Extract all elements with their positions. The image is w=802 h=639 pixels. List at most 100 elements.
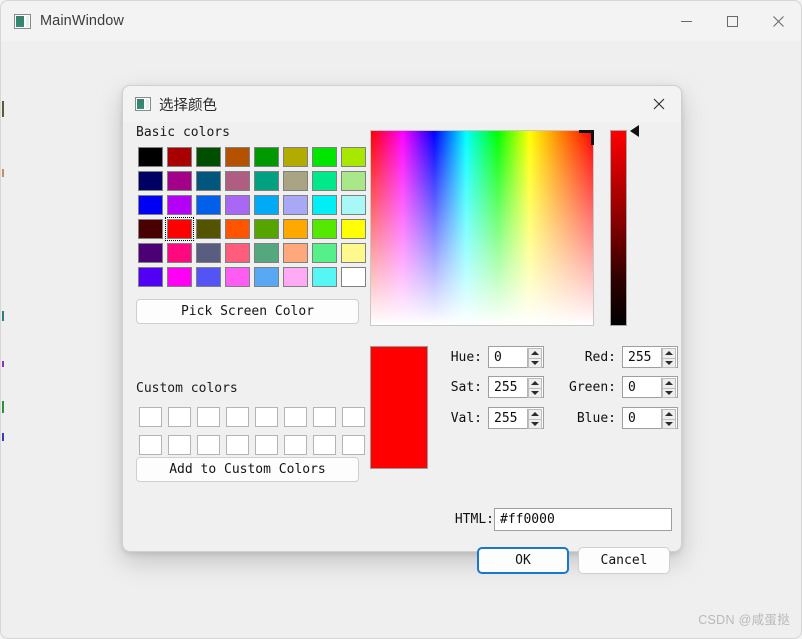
color-chip[interactable] bbox=[313, 435, 336, 455]
color-chip[interactable] bbox=[139, 407, 162, 427]
spin-down-icon[interactable] bbox=[662, 419, 676, 429]
basic-color-swatch[interactable] bbox=[310, 265, 339, 289]
red-spinbox[interactable]: 255 bbox=[622, 346, 678, 368]
color-chip[interactable] bbox=[225, 171, 250, 191]
spin-up-icon[interactable] bbox=[662, 409, 676, 420]
color-chip[interactable] bbox=[138, 219, 163, 239]
spin-down-icon[interactable] bbox=[528, 419, 542, 429]
color-chip[interactable] bbox=[196, 267, 221, 287]
pick-screen-color-button[interactable]: Pick Screen Color bbox=[136, 299, 359, 324]
color-chip[interactable] bbox=[341, 219, 366, 239]
spin-up-icon[interactable] bbox=[528, 409, 542, 420]
color-chip[interactable] bbox=[225, 267, 250, 287]
blue-spin-buttons[interactable] bbox=[661, 409, 676, 429]
color-chip[interactable] bbox=[283, 147, 308, 167]
color-chip[interactable] bbox=[138, 147, 163, 167]
hue-spin-buttons[interactable] bbox=[527, 348, 542, 368]
color-chip[interactable] bbox=[341, 267, 366, 287]
color-chip[interactable] bbox=[196, 195, 221, 215]
add-to-custom-colors-button[interactable]: Add to Custom Colors bbox=[136, 457, 359, 482]
basic-color-swatch[interactable] bbox=[223, 193, 252, 217]
basic-color-swatch[interactable] bbox=[310, 241, 339, 265]
basic-color-swatch[interactable] bbox=[339, 193, 368, 217]
hue-spinbox[interactable]: 0 bbox=[488, 346, 544, 368]
color-chip[interactable] bbox=[167, 243, 192, 263]
color-chip[interactable] bbox=[283, 243, 308, 263]
custom-color-swatch[interactable] bbox=[223, 403, 252, 431]
basic-color-swatch[interactable] bbox=[223, 169, 252, 193]
color-chip[interactable] bbox=[197, 407, 220, 427]
sat-spinbox[interactable]: 255 bbox=[488, 376, 544, 398]
basic-color-swatch[interactable] bbox=[194, 169, 223, 193]
basic-color-swatch[interactable] bbox=[281, 169, 310, 193]
basic-color-swatch[interactable] bbox=[339, 241, 368, 265]
color-chip[interactable] bbox=[312, 195, 337, 215]
spin-down-icon[interactable] bbox=[662, 388, 676, 398]
color-chip[interactable] bbox=[255, 435, 278, 455]
spin-down-icon[interactable] bbox=[528, 388, 542, 398]
basic-color-swatch[interactable] bbox=[281, 193, 310, 217]
basic-color-swatch[interactable] bbox=[223, 217, 252, 241]
custom-color-swatch[interactable] bbox=[165, 431, 194, 459]
basic-color-swatch[interactable] bbox=[281, 145, 310, 169]
basic-color-swatch[interactable] bbox=[310, 217, 339, 241]
color-chip[interactable] bbox=[312, 267, 337, 287]
html-input[interactable]: #ff0000 bbox=[494, 508, 672, 531]
color-chip[interactable] bbox=[283, 219, 308, 239]
color-chip[interactable] bbox=[225, 147, 250, 167]
color-chip[interactable] bbox=[225, 195, 250, 215]
custom-color-swatch[interactable] bbox=[281, 403, 310, 431]
basic-color-swatch[interactable] bbox=[165, 241, 194, 265]
color-chip[interactable] bbox=[254, 243, 279, 263]
color-chip[interactable] bbox=[254, 267, 279, 287]
custom-color-swatch[interactable] bbox=[310, 431, 339, 459]
color-chip[interactable] bbox=[196, 171, 221, 191]
basic-color-swatch[interactable] bbox=[136, 217, 165, 241]
color-chip[interactable] bbox=[254, 219, 279, 239]
color-chip[interactable] bbox=[168, 407, 191, 427]
basic-color-swatch[interactable] bbox=[136, 145, 165, 169]
color-chip[interactable] bbox=[284, 435, 307, 455]
val-spinbox[interactable]: 255 bbox=[488, 407, 544, 429]
custom-color-swatch[interactable] bbox=[310, 403, 339, 431]
basic-color-swatch[interactable] bbox=[165, 217, 194, 241]
basic-color-swatch[interactable] bbox=[136, 169, 165, 193]
value-slider-handle-icon[interactable] bbox=[630, 125, 639, 137]
basic-color-swatch[interactable] bbox=[136, 193, 165, 217]
color-chip[interactable] bbox=[138, 195, 163, 215]
dialog-close-icon[interactable] bbox=[637, 86, 681, 122]
color-chip[interactable] bbox=[342, 407, 365, 427]
custom-color-swatch[interactable] bbox=[339, 403, 368, 431]
cancel-button[interactable]: Cancel bbox=[578, 547, 670, 574]
custom-color-swatch[interactable] bbox=[252, 403, 281, 431]
color-chip[interactable] bbox=[167, 219, 192, 239]
spin-down-icon[interactable] bbox=[662, 358, 676, 368]
color-chip[interactable] bbox=[196, 147, 221, 167]
val-spin-buttons[interactable] bbox=[527, 409, 542, 429]
color-chip[interactable] bbox=[312, 171, 337, 191]
sat-spin-buttons[interactable] bbox=[527, 378, 542, 398]
color-chip[interactable] bbox=[196, 219, 221, 239]
color-chip[interactable] bbox=[138, 171, 163, 191]
basic-color-swatch[interactable] bbox=[252, 145, 281, 169]
basic-color-swatch[interactable] bbox=[252, 265, 281, 289]
color-chip[interactable] bbox=[138, 267, 163, 287]
color-chip[interactable] bbox=[283, 171, 308, 191]
basic-color-swatch[interactable] bbox=[194, 217, 223, 241]
color-chip[interactable] bbox=[312, 243, 337, 263]
color-chip[interactable] bbox=[167, 267, 192, 287]
basic-color-swatch[interactable] bbox=[281, 241, 310, 265]
color-chip[interactable] bbox=[341, 243, 366, 263]
color-chip[interactable] bbox=[312, 147, 337, 167]
color-chip[interactable] bbox=[341, 195, 366, 215]
minimize-icon[interactable] bbox=[663, 1, 709, 41]
color-chip[interactable] bbox=[255, 407, 278, 427]
basic-color-swatch[interactable] bbox=[339, 217, 368, 241]
basic-color-swatch[interactable] bbox=[339, 169, 368, 193]
basic-color-swatch[interactable] bbox=[194, 193, 223, 217]
color-chip[interactable] bbox=[341, 147, 366, 167]
basic-color-swatch[interactable] bbox=[223, 265, 252, 289]
spin-up-icon[interactable] bbox=[528, 348, 542, 359]
saturation-value-picker[interactable] bbox=[370, 130, 594, 326]
maximize-icon[interactable] bbox=[709, 1, 755, 41]
